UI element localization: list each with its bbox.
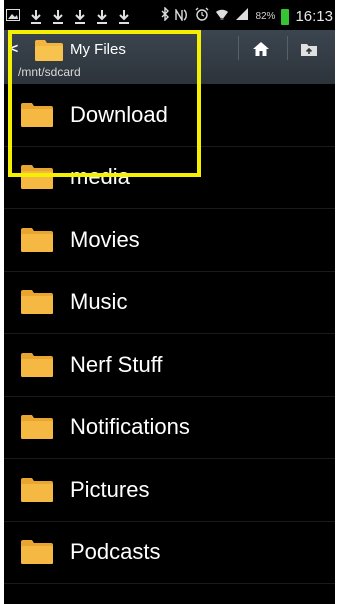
folder-up-button[interactable] [294, 36, 324, 62]
folder-icon [21, 290, 53, 315]
list-item[interactable]: Download [4, 84, 335, 147]
folder-list: Download media Movies Music Nerf Stuff N… [4, 84, 335, 584]
folder-icon [21, 415, 53, 440]
page-title[interactable]: My Files [70, 41, 126, 58]
list-item-label: Podcasts [70, 539, 161, 565]
nfc-icon [175, 6, 189, 26]
download-icon [74, 9, 86, 25]
bluetooth-icon [161, 6, 170, 26]
phone-screen: 82% 16:13 < My Files /mnt/sdcard Downloa… [4, 0, 335, 604]
folder-icon [21, 165, 53, 190]
folder-icon [21, 540, 53, 565]
divider [238, 36, 239, 60]
list-item-label: media [70, 164, 130, 190]
folder-icon [21, 227, 53, 252]
list-item[interactable]: Music [4, 272, 335, 334]
list-item[interactable]: Movies [4, 209, 335, 272]
folder-icon [21, 352, 53, 377]
list-item[interactable]: Nerf Stuff [4, 334, 335, 397]
folder-icon [21, 102, 53, 127]
download-icon [96, 9, 108, 25]
list-item[interactable]: media [4, 147, 335, 209]
folder-icon [21, 477, 53, 502]
gallery-icon [6, 8, 20, 26]
list-item-label: Notifications [70, 414, 190, 440]
app-bar: < My Files /mnt/sdcard [4, 30, 335, 84]
list-item[interactable]: Pictures [4, 459, 335, 522]
home-button[interactable] [246, 36, 276, 62]
download-icon [118, 9, 130, 25]
signal-icon [235, 7, 249, 26]
list-item-label: Movies [70, 226, 140, 252]
battery-icon [281, 8, 290, 25]
list-item-label: Pictures [70, 476, 150, 502]
list-item-label: Nerf Stuff [70, 351, 163, 377]
list-item[interactable]: Podcasts [4, 522, 335, 584]
back-icon[interactable]: < [10, 40, 18, 56]
home-icon [253, 42, 269, 56]
list-item[interactable]: Notifications [4, 397, 335, 459]
status-right: 82% 16:13 [161, 6, 333, 26]
status-bar: 82% 16:13 [4, 0, 335, 30]
list-item-label: Download [70, 101, 168, 127]
download-icon [30, 9, 42, 25]
alarm-icon [195, 7, 209, 26]
battery-percent: 82% [255, 11, 276, 22]
wifi-icon [215, 7, 229, 26]
status-left [6, 8, 130, 26]
download-icon [52, 9, 64, 25]
clock: 16:13 [295, 8, 333, 25]
list-item-label: Music [70, 289, 128, 315]
divider [287, 36, 288, 60]
folder-icon [34, 38, 64, 67]
breadcrumb: /mnt/sdcard [18, 65, 81, 79]
folder-up-icon [301, 44, 317, 56]
